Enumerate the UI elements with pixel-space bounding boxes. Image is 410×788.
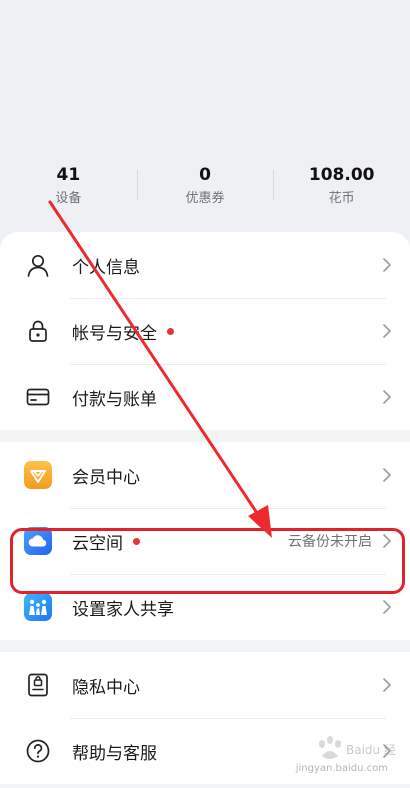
- person-icon: [24, 251, 52, 279]
- settings-sheet: 个人信息 帐号与安全 付款与账单 会员中心 云空间 云备份未开启 设置家人共享 …: [0, 232, 410, 788]
- chevron-right-icon: [383, 744, 391, 758]
- cloud-backup-status: 云备份未开启: [288, 534, 372, 550]
- card-icon: [24, 383, 52, 411]
- cloud-space-text: 云空间: [72, 533, 123, 554]
- stat-coins-value: 108.00: [308, 165, 375, 185]
- stat-devices-value: 41: [56, 165, 81, 185]
- account-security-text: 帐号与安全: [72, 323, 157, 344]
- row-account-security[interactable]: 帐号与安全: [0, 298, 410, 364]
- chevron-right-icon: [383, 468, 391, 482]
- row-payment-billing-label: 付款与账单: [72, 389, 157, 410]
- support-group: 隐私中心 帮助与客服: [0, 652, 410, 784]
- row-personal-info-label: 个人信息: [72, 257, 140, 278]
- row-privacy-center[interactable]: 隐私中心: [0, 652, 410, 718]
- row-family-share-label: 设置家人共享: [72, 599, 174, 620]
- row-privacy-center-label: 隐私中心: [72, 677, 140, 698]
- chevron-right-icon: [383, 534, 391, 548]
- stat-devices-label: 设备: [55, 191, 82, 206]
- chevron-right-icon: [383, 324, 391, 338]
- row-payment-billing[interactable]: 付款与账单: [0, 364, 410, 430]
- services-group: 会员中心 云空间 云备份未开启 设置家人共享: [0, 442, 410, 640]
- profile-header: 41 设备 0 优惠券 108.00 花币: [0, 0, 410, 232]
- privacy-icon: [24, 671, 52, 699]
- stat-coupons-label: 优惠券: [185, 191, 225, 206]
- account-group: 个人信息 帐号与安全 付款与账单: [0, 232, 410, 430]
- row-cloud-space[interactable]: 云空间 云备份未开启: [0, 508, 410, 574]
- row-family-share[interactable]: 设置家人共享: [0, 574, 410, 640]
- section-gap: [0, 430, 410, 442]
- row-member-center[interactable]: 会员中心: [0, 442, 410, 508]
- stat-devices[interactable]: 41 设备: [0, 160, 137, 216]
- stat-coins-label: 花币: [328, 191, 355, 206]
- row-personal-info[interactable]: 个人信息: [0, 232, 410, 298]
- chevron-right-icon: [383, 258, 391, 272]
- row-help-support-label: 帮助与客服: [72, 743, 157, 764]
- stat-coupons-value: 0: [199, 165, 211, 185]
- lock-icon: [24, 317, 52, 345]
- chevron-right-icon: [383, 390, 391, 404]
- row-member-center-label: 会员中心: [72, 467, 140, 488]
- stats-bar: 41 设备 0 优惠券 108.00 花币: [0, 160, 410, 216]
- cloud-icon: [24, 527, 52, 555]
- notification-dot: [167, 328, 174, 335]
- chevron-right-icon: [383, 678, 391, 692]
- section-gap: [0, 640, 410, 652]
- member-center-icon: [24, 461, 52, 489]
- family-share-icon: [24, 593, 52, 621]
- help-icon: [24, 737, 52, 765]
- row-cloud-space-label: 云空间: [72, 529, 140, 554]
- row-help-support[interactable]: 帮助与客服: [0, 718, 410, 784]
- stat-coupons[interactable]: 0 优惠券: [136, 160, 274, 216]
- stat-coins[interactable]: 108.00 花币: [273, 160, 410, 216]
- chevron-right-icon: [383, 600, 391, 614]
- notification-dot: [133, 538, 140, 545]
- row-account-security-label: 帐号与安全: [72, 319, 174, 344]
